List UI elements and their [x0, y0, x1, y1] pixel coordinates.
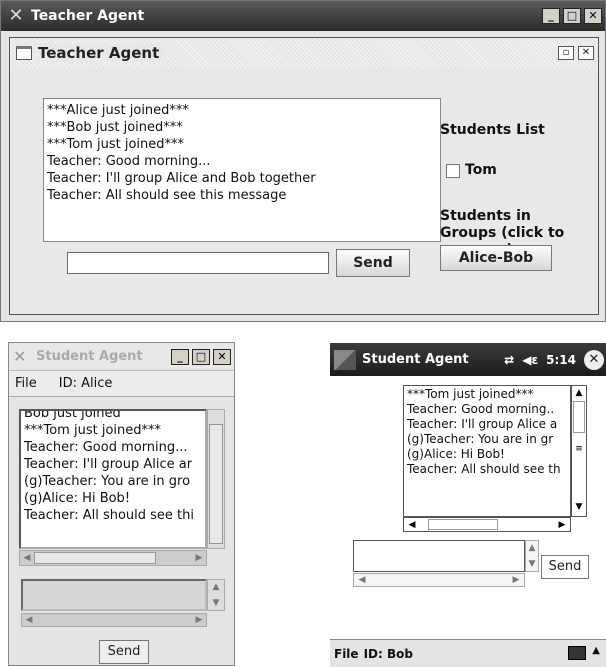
windows-flag-icon[interactable] — [334, 349, 356, 370]
close-icon[interactable]: ✕ — [584, 8, 602, 24]
chat-vertical-scrollbar[interactable] — [207, 409, 225, 549]
scroll-thumb[interactable] — [573, 401, 585, 433]
send-button[interactable]: Send — [541, 555, 589, 579]
chat-line: Teacher: Good morning.. — [407, 402, 555, 416]
scroll-up-icon[interactable]: ▲ — [210, 582, 222, 592]
teacher-internal-frame: Teacher Agent ▫ ✕ ***Alice just joined**… — [9, 37, 599, 315]
chat-horizontal-scrollbar[interactable]: ◀ ▶ — [403, 517, 571, 532]
chat-log[interactable]: ***Alice just joined*** ***Bob just join… — [43, 98, 441, 242]
maximize-icon[interactable]: □ — [563, 8, 581, 24]
message-input[interactable] — [21, 579, 207, 611]
student-name: Tom — [465, 162, 497, 178]
scroll-left-icon[interactable]: ◀ — [24, 615, 34, 625]
input-vertical-scrollbar[interactable]: ▲ ▼ — [207, 579, 225, 611]
student-checkbox[interactable] — [446, 164, 460, 178]
chat-line: ***Tom just joined*** — [47, 137, 185, 152]
input-horizontal-scrollbar[interactable]: ◀ ▶ — [21, 613, 207, 627]
chat-line: Teacher: All should see th — [407, 462, 561, 476]
scroll-down-icon[interactable]: ▼ — [573, 502, 585, 512]
input-menu-icon[interactable]: ▲ — [592, 645, 600, 656]
scroll-thumb[interactable] — [428, 519, 498, 530]
chat-line: ***Bob just joined*** — [47, 120, 183, 135]
chat-log[interactable]: Bob just joined ***Tom just joined*** Te… — [19, 409, 207, 549]
chat-line: Bob just joined — [24, 409, 121, 421]
volume-icon[interactable]: ◀ɛ — [522, 353, 538, 367]
student-agent-window: ✕ Student Agent _ □ ✕ File ID: Alice Bob… — [8, 342, 235, 666]
scroll-thumb[interactable] — [209, 424, 223, 544]
minimize-icon[interactable]: _ — [542, 8, 560, 24]
message-input[interactable] — [353, 540, 525, 572]
scroll-down-icon[interactable]: ▼ — [210, 598, 222, 608]
chat-line: ***Tom just joined*** — [407, 387, 534, 401]
input-vertical-scrollbar[interactable]: ▲ ▼ — [525, 540, 539, 572]
menu-file[interactable]: File — [334, 647, 359, 661]
frame-icon — [16, 46, 32, 60]
x-logo-icon: ✕ — [8, 5, 24, 26]
x-logo-icon: ✕ — [13, 347, 27, 366]
connectivity-icon[interactable]: ⇄ — [504, 353, 514, 367]
menu-id[interactable]: ID: Bob — [364, 647, 413, 661]
chat-line: ***Tom just joined*** — [24, 423, 162, 438]
scroll-up-icon[interactable]: ▲ — [527, 543, 537, 553]
student-agent-pda: Student Agent ⇄ ◀ɛ 5:14 ✕ ***Tom just jo… — [330, 343, 606, 667]
chat-line: Teacher: Good morning... — [47, 154, 211, 169]
clock[interactable]: 5:14 — [546, 353, 576, 367]
teacher-os-titlebar[interactable]: ✕ Teacher Agent _ □ ✕ — [1, 1, 605, 31]
pda-menu-bar: File ID: Bob ▲ — [330, 639, 606, 667]
chat-line: Teacher: All should see thi — [24, 508, 195, 523]
keyboard-icon[interactable] — [568, 646, 586, 660]
chat-horizontal-scrollbar[interactable]: ◀ ▶ — [19, 550, 207, 566]
menu-bar: File ID: Alice — [9, 371, 234, 397]
chat-line: Teacher: All should see this message — [47, 188, 287, 203]
chat-log[interactable]: ***Tom just joined*** Teacher: Good morn… — [403, 385, 571, 517]
send-button[interactable]: Send — [336, 249, 410, 277]
scroll-right-icon[interactable]: ▶ — [557, 520, 567, 530]
students-list-label: Students List — [440, 122, 545, 138]
scroll-thumb[interactable] — [34, 552, 156, 564]
group-button[interactable]: Alice-Bob — [440, 245, 552, 271]
scroll-left-icon[interactable]: ◀ — [22, 553, 32, 563]
student-titlebar[interactable]: ✕ Student Agent _ □ ✕ — [9, 343, 234, 371]
chat-line: (g)Teacher: You are in gr — [407, 432, 554, 446]
teacher-agent-window: ✕ Teacher Agent _ □ ✕ Teacher Agent ▫ ✕ … — [0, 0, 606, 322]
menu-file[interactable]: File — [15, 376, 37, 391]
restore-icon[interactable]: ▫ — [558, 46, 574, 60]
maximize-icon[interactable]: □ — [192, 348, 210, 365]
scroll-right-icon[interactable]: ▶ — [511, 575, 521, 585]
chat-line: (g)Teacher: You are in gro — [24, 474, 191, 489]
close-icon[interactable]: ✕ — [584, 349, 604, 370]
scroll-down-icon[interactable]: ▼ — [527, 559, 537, 569]
chat-line: Teacher: I'll group Alice and Bob togeth… — [47, 171, 316, 186]
chat-line: Teacher: Good morning... — [24, 440, 188, 455]
pda-title: Student Agent — [362, 352, 469, 367]
scroll-right-icon[interactable]: ▶ — [194, 553, 204, 563]
chat-line: (g)Alice: Hi Bob! — [407, 447, 505, 461]
input-horizontal-scrollbar[interactable]: ◀ ▶ — [353, 573, 525, 587]
chat-line: Teacher: I'll group Alice ar — [24, 457, 193, 472]
pda-titlebar: Student Agent ⇄ ◀ɛ 5:14 ✕ — [330, 343, 606, 376]
minimize-icon[interactable]: _ — [171, 348, 189, 365]
frame-close-icon[interactable]: ✕ — [578, 46, 594, 60]
message-input[interactable] — [67, 252, 329, 274]
chat-vertical-scrollbar[interactable]: ▲ ≡ ▼ — [571, 385, 587, 517]
chat-line: (g)Alice: Hi Bob! — [24, 491, 131, 506]
grip-icon: ≡ — [575, 444, 583, 454]
send-button[interactable]: Send — [99, 640, 149, 664]
scroll-right-icon[interactable]: ▶ — [194, 615, 204, 625]
menu-id[interactable]: ID: Alice — [59, 376, 113, 391]
close-icon[interactable]: ✕ — [213, 348, 231, 365]
internal-frame-titlebar[interactable]: Teacher Agent ▫ ✕ — [10, 38, 598, 68]
scroll-up-icon[interactable]: ▲ — [573, 388, 585, 398]
frame-title: Teacher Agent — [38, 44, 166, 62]
scroll-left-icon[interactable]: ◀ — [357, 575, 367, 585]
window-title: Teacher Agent — [31, 8, 145, 24]
window-title: Student Agent — [36, 349, 143, 364]
scroll-left-icon[interactable]: ◀ — [407, 520, 417, 530]
chat-line: ***Alice just joined*** — [47, 103, 189, 118]
chat-line: Teacher: I'll group Alice a — [407, 417, 558, 431]
